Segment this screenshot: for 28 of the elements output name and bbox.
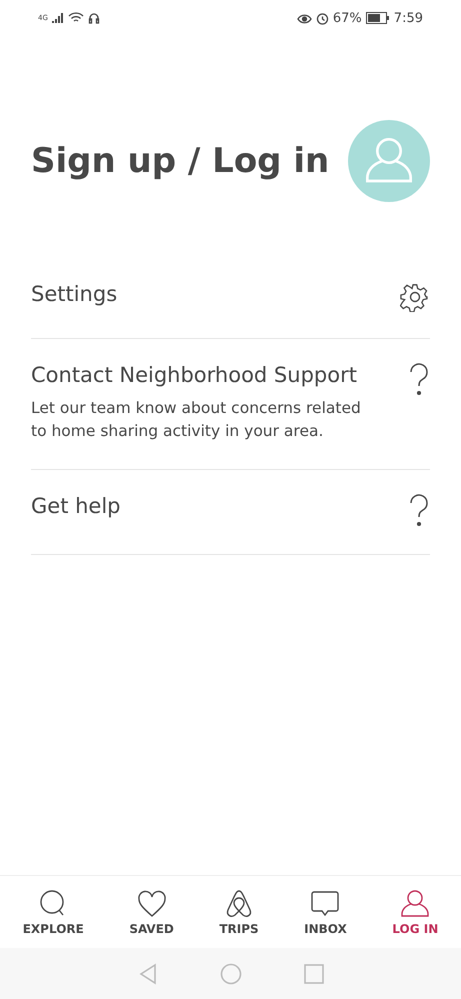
headset-icon [88, 12, 100, 24]
battery-icon [366, 12, 390, 24]
nav-tab[interactable]: INBOX [298, 884, 353, 940]
question-mark-icon[interactable] [408, 363, 430, 397]
wifi-icon [68, 12, 84, 24]
menu-item-label[interactable]: Contact Neighborhood Support [31, 363, 376, 387]
nav-tab[interactable]: LOG IN [386, 884, 444, 940]
page-title: Sign up / Log in [31, 141, 330, 181]
menu-item-description: Let our team know about concerns related to home sharing activity in your area. [31, 398, 362, 442]
nav-tab[interactable]: TRIPS [213, 884, 265, 940]
question-mark-icon[interactable] [408, 494, 430, 528]
recent-apps-icon[interactable] [304, 964, 324, 984]
person-icon [400, 888, 430, 918]
heart-icon [136, 888, 167, 918]
menu-item-label[interactable]: Get help [31, 494, 120, 518]
nav-tab[interactable]: EXPLORE [16, 884, 90, 940]
nav-tab[interactable]: SAVED [123, 884, 180, 940]
loop-logo-icon [224, 888, 254, 918]
home-icon[interactable] [220, 962, 242, 984]
back-icon[interactable] [138, 962, 158, 984]
settings-icon[interactable] [400, 282, 430, 312]
chat-icon [310, 888, 340, 918]
signal-icon [52, 13, 64, 23]
eye-icon [296, 12, 312, 24]
alarm-icon [316, 12, 329, 24]
menu-item-label[interactable]: Settings [31, 282, 118, 306]
clock-time: 7:59 [394, 10, 423, 26]
battery-percent: 67% [332, 10, 362, 26]
